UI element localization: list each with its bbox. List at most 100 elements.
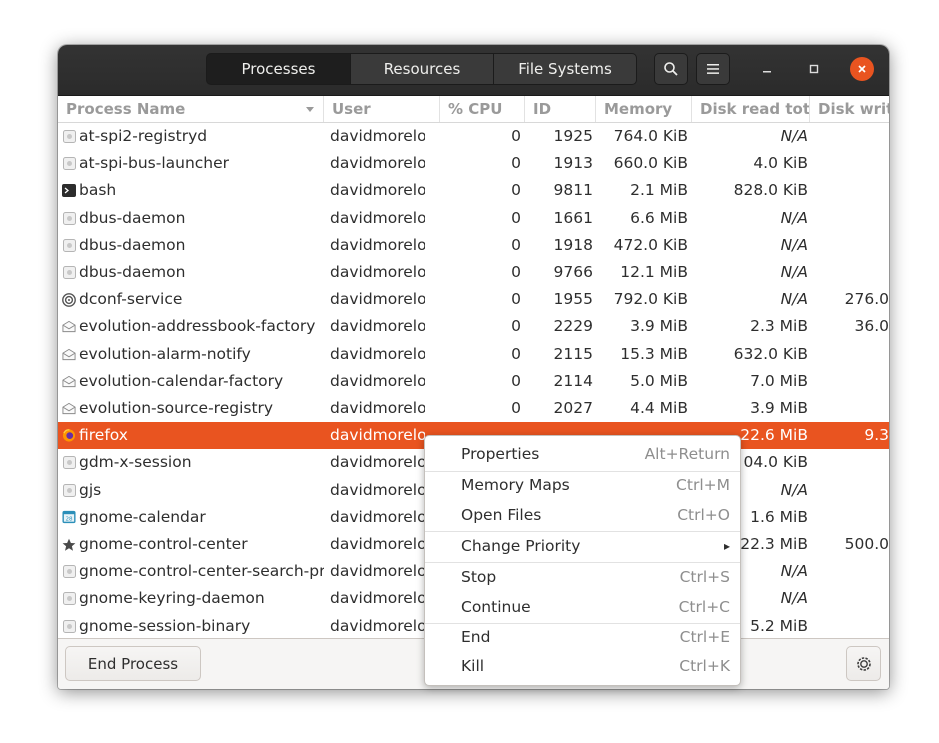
process-name-label: dbus-daemon [79, 208, 186, 227]
minimize-button[interactable] [755, 57, 779, 81]
table-row[interactable]: evolution-source-registry davidmorelo 0 202… [58, 395, 889, 422]
cell-disk-write [818, 613, 889, 638]
menu-item-end[interactable]: End Ctrl+E [425, 623, 740, 652]
cell-cpu: 0 [511, 154, 521, 173]
cell-memory: 12.1 MiB [620, 263, 688, 281]
main-menu-button[interactable] [696, 53, 730, 85]
maximize-button[interactable] [802, 57, 826, 81]
process-name-label: gnome-control-center [79, 535, 248, 553]
menu-item-change-priority[interactable]: Change Priority ▸ [425, 532, 740, 561]
cell-process-name: at-spi-bus-launcher [62, 150, 324, 177]
menu-item-kill[interactable]: Kill Ctrl+K [425, 652, 740, 681]
cell-disk-write [818, 177, 889, 204]
table-row[interactable]: evolution-alarm-notify davidmorelo 0 2115 15… [58, 341, 889, 368]
cell-process-name: evolution-calendar-factory [62, 368, 324, 395]
cell-disk-read: 632.0 KiB [733, 344, 808, 363]
table-row[interactable]: dbus-daemon davidmorelo 0 1918 472.0 KiB N/A [58, 232, 889, 259]
menu-item-label: Properties [461, 445, 540, 463]
sort-descending-icon [306, 107, 314, 112]
generic-app-icon [62, 592, 76, 606]
process-name-label: gnome-calendar [79, 507, 206, 526]
cell-user: davidmorelo [330, 589, 425, 608]
search-icon [664, 62, 678, 76]
cell-disk-read: 2.3 MiB [750, 317, 808, 336]
process-preferences-button[interactable] [846, 646, 881, 681]
cell-memory: 6.6 MiB [630, 208, 688, 227]
column-header-disk-read[interactable]: Disk read total [692, 96, 810, 122]
table-row[interactable]: dconf-service davidmorelo 0 1955 792.0 KiB N/… [58, 286, 889, 313]
minimize-icon [763, 71, 771, 73]
tab-file-systems[interactable]: File Systems [493, 53, 637, 85]
table-row[interactable]: dbus-daemon davidmorelo 0 9766 12.1 MiB N/A [58, 259, 889, 286]
cell-process-name: bash [62, 177, 324, 204]
cell-id: 1918 [553, 235, 593, 254]
menu-item-stop[interactable]: Stop Ctrl+S [425, 563, 740, 592]
cell-cpu: 0 [511, 371, 521, 390]
column-header-user[interactable]: User [324, 96, 440, 122]
table-row[interactable]: evolution-calendar-factory davidmorelo 0 21… [58, 368, 889, 395]
cell-id: 2027 [553, 399, 593, 417]
cell-disk-write [818, 477, 889, 504]
cell-cpu: 0 [511, 235, 521, 254]
generic-app-icon [62, 565, 76, 579]
tab-processes[interactable]: Processes [206, 53, 351, 85]
process-name-label: evolution-calendar-factory [79, 371, 284, 390]
process-name-label: at-spi2-registryd [79, 127, 208, 145]
generic-app-icon [62, 266, 76, 280]
cell-id: 1925 [553, 127, 593, 145]
menu-item-label: End [461, 628, 491, 646]
headerbar: Processes Resources File Systems [58, 45, 889, 96]
column-header-process-name[interactable]: Process Name [58, 96, 324, 122]
cell-id: 1913 [553, 154, 593, 173]
menu-item-label: Stop [461, 568, 497, 586]
cell-id: 2229 [553, 317, 593, 336]
tab-resources[interactable]: Resources [350, 53, 494, 85]
menu-item-label: Change Priority [461, 537, 581, 555]
cell-disk-read: N/A [780, 208, 808, 227]
mail-icon [62, 374, 76, 388]
cell-id: 2115 [553, 344, 593, 363]
process-name-label: gnome-control-center-search-provider [79, 562, 324, 581]
cell-disk-write [818, 341, 889, 368]
menu-item-open-files[interactable]: Open Files Ctrl+O [425, 501, 740, 530]
cell-user: davidmorelo [330, 208, 425, 227]
cell-disk-read: N/A [780, 127, 808, 145]
cell-user: davidmorelo [330, 127, 425, 145]
column-header-row: Process Name User % CPU ID Memory Disk r… [58, 96, 889, 123]
cell-process-name: gnome-session-binary [62, 613, 324, 638]
process-name-label: firefox [79, 426, 128, 445]
mail-icon [62, 320, 76, 334]
table-row[interactable]: at-spi2-registryd davidmorelo 0 1925 764.0 K… [58, 123, 889, 150]
cell-process-name: gnome-control-center-search-provider [62, 558, 324, 585]
process-name-label: evolution-addressbook-factory [79, 317, 316, 336]
star-icon [62, 538, 76, 552]
column-header-memory[interactable]: Memory [596, 96, 692, 122]
terminal-icon [62, 184, 76, 198]
cell-cpu: 0 [511, 208, 521, 227]
cell-cpu: 0 [511, 317, 521, 336]
menu-item-memory-maps[interactable]: Memory Maps Ctrl+M [425, 471, 740, 500]
cell-id: 9811 [553, 181, 593, 200]
close-button[interactable] [850, 57, 874, 81]
column-header-disk-write[interactable]: Disk write [810, 96, 889, 122]
cell-disk-write [818, 259, 889, 286]
menu-item-shortcut: Ctrl+M [676, 476, 730, 494]
column-header-id[interactable]: ID [525, 96, 596, 122]
table-row[interactable]: bash davidmorelo 0 9811 2.1 MiB 828.0 KiB [58, 177, 889, 204]
menu-item-properties[interactable]: Properties Alt+Return [425, 440, 740, 469]
table-row[interactable]: dbus-daemon davidmorelo 0 1661 6.6 MiB N/A [58, 205, 889, 232]
search-button[interactable] [654, 53, 688, 85]
column-header-cpu[interactable]: % CPU [440, 96, 525, 122]
column-label-process-name: Process Name [66, 100, 186, 118]
table-row[interactable]: at-spi-bus-launcher davidmorelo 0 1913 660.0… [58, 150, 889, 177]
cell-cpu: 0 [511, 263, 521, 281]
cell-id: 1955 [553, 290, 593, 309]
process-name-label: evolution-alarm-notify [79, 344, 251, 363]
table-row[interactable]: evolution-addressbook-factory davidmorelo… [58, 313, 889, 340]
generic-app-icon [62, 238, 76, 252]
cell-disk-write: 9.3 [864, 426, 889, 445]
menu-item-continue[interactable]: Continue Ctrl+C [425, 593, 740, 622]
mail-icon [62, 402, 76, 416]
generic-app-icon [62, 456, 76, 470]
end-process-button[interactable]: End Process [65, 646, 201, 681]
